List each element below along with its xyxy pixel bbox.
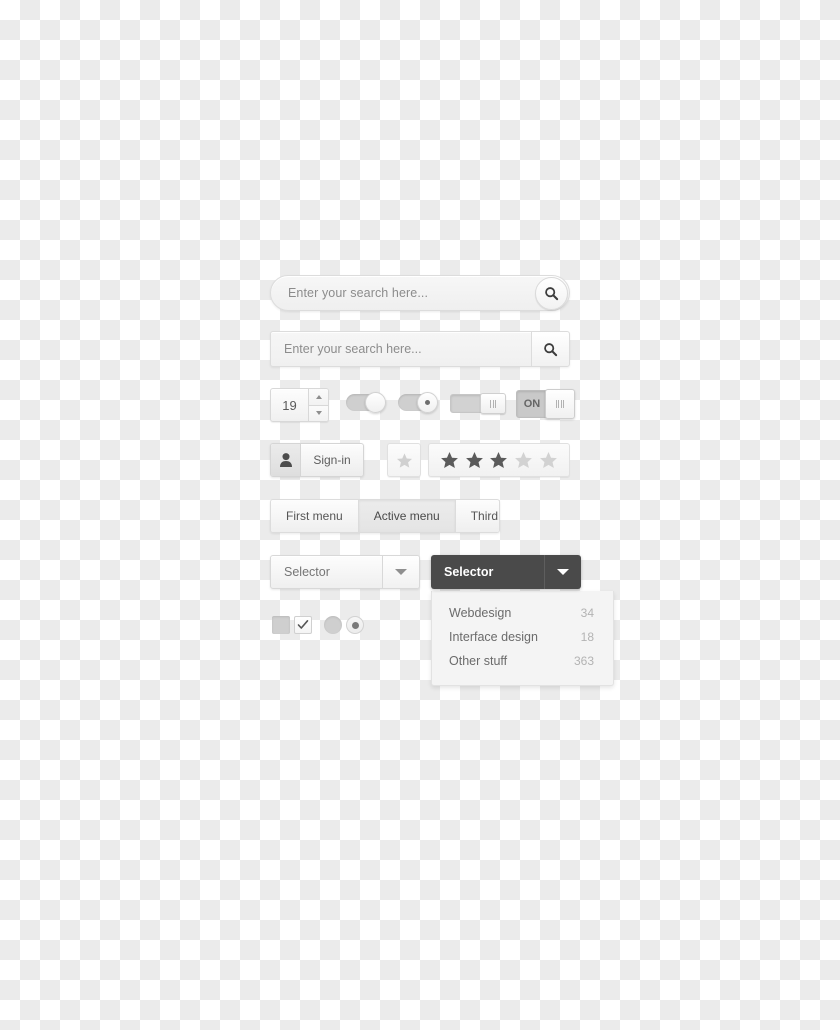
page-background: { "search_pill": { "placeholder": "Enter… <box>0 0 840 1030</box>
dropdown-item-count: 18 <box>580 630 594 644</box>
menu-tabs: First menu Active menu Third menu <box>270 499 500 533</box>
selector-dark-arrow-button[interactable] <box>544 555 581 589</box>
search-input-rect[interactable]: Enter your search here... <box>271 332 531 366</box>
toggle-knob-dot[interactable] <box>417 392 438 413</box>
selector-light[interactable]: Selector <box>270 555 420 589</box>
radio-selected[interactable] <box>346 616 364 634</box>
rating-star-group[interactable] <box>428 443 570 477</box>
grip-icon <box>555 400 565 408</box>
search-button-rect[interactable] <box>531 332 569 366</box>
toggle-on-label: ON <box>523 398 541 410</box>
caret-down-icon <box>557 569 569 575</box>
number-stepper[interactable]: 19 <box>270 388 329 422</box>
caret-down-icon <box>395 569 407 575</box>
toggle-knob[interactable] <box>365 392 386 413</box>
star-icon[interactable] <box>540 452 557 468</box>
check-icon <box>297 619 309 629</box>
search-button-pill[interactable] <box>535 276 568 310</box>
selector-light-arrow-button[interactable] <box>382 556 419 588</box>
checkbox-checked[interactable] <box>294 616 312 634</box>
tab-active-menu[interactable]: Active menu <box>358 500 456 532</box>
star-icon[interactable] <box>465 452 483 468</box>
search-bar-rect[interactable]: Enter your search here... <box>270 331 570 367</box>
tab-first-menu[interactable]: First menu <box>271 500 359 532</box>
stepper-up-button[interactable] <box>309 389 328 406</box>
star-icon[interactable] <box>515 452 533 468</box>
sign-in-label: Sign-in <box>313 453 351 467</box>
checkbox-unchecked[interactable] <box>272 616 290 634</box>
star-icon <box>396 452 412 468</box>
selector-light-label: Selector <box>284 565 330 579</box>
selector-dark[interactable]: Selector <box>431 555 581 589</box>
star-icon[interactable] <box>490 452 508 468</box>
dropdown-menu: Webdesign 34 Interface design 18 Other s… <box>431 591 614 686</box>
radio-unselected[interactable] <box>324 616 342 634</box>
search-icon <box>544 342 558 356</box>
search-icon <box>545 286 559 300</box>
dropdown-item-count: 363 <box>573 654 594 668</box>
knob-dot-icon <box>425 400 430 405</box>
grip-icon <box>490 399 496 408</box>
stepper-down-button[interactable] <box>309 405 328 421</box>
stepper-value[interactable]: 19 <box>271 389 308 421</box>
tab-third-menu[interactable]: Third menu <box>455 500 499 532</box>
toggle-switch-plain[interactable] <box>346 392 386 413</box>
toggle-switch-dot[interactable] <box>398 392 438 413</box>
user-icon <box>279 453 292 467</box>
dropdown-item-label: Webdesign <box>449 606 512 620</box>
sign-in-icon-box <box>271 444 301 476</box>
chevron-down-icon <box>315 411 322 416</box>
dropdown-item-interface-design[interactable]: Interface design 18 <box>432 625 613 649</box>
toggle-switch-slider[interactable] <box>450 393 506 414</box>
search-input-pill[interactable]: Enter your search here... <box>271 286 535 300</box>
dropdown-item-label: Other stuff <box>449 654 508 668</box>
sign-in-button[interactable]: Sign-in <box>270 443 364 477</box>
toggle-on-handle[interactable] <box>545 389 575 419</box>
dropdown-item-other-stuff[interactable]: Other stuff 363 <box>432 649 613 673</box>
search-bar-pill[interactable]: Enter your search here... <box>270 275 570 311</box>
dropdown-item-webdesign[interactable]: Webdesign 34 <box>432 601 613 625</box>
slider-handle[interactable] <box>480 393 506 414</box>
selector-dark-label: Selector <box>444 565 494 579</box>
toggle-switch-on[interactable]: ON <box>516 389 575 419</box>
dropdown-item-label: Interface design <box>449 630 538 644</box>
stepper-arrows <box>308 389 328 421</box>
rating-single-star[interactable] <box>387 443 421 477</box>
radio-dot-icon <box>351 621 359 629</box>
chevron-up-icon <box>315 394 322 399</box>
dropdown-item-count: 34 <box>580 606 594 620</box>
star-icon[interactable] <box>440 452 458 468</box>
